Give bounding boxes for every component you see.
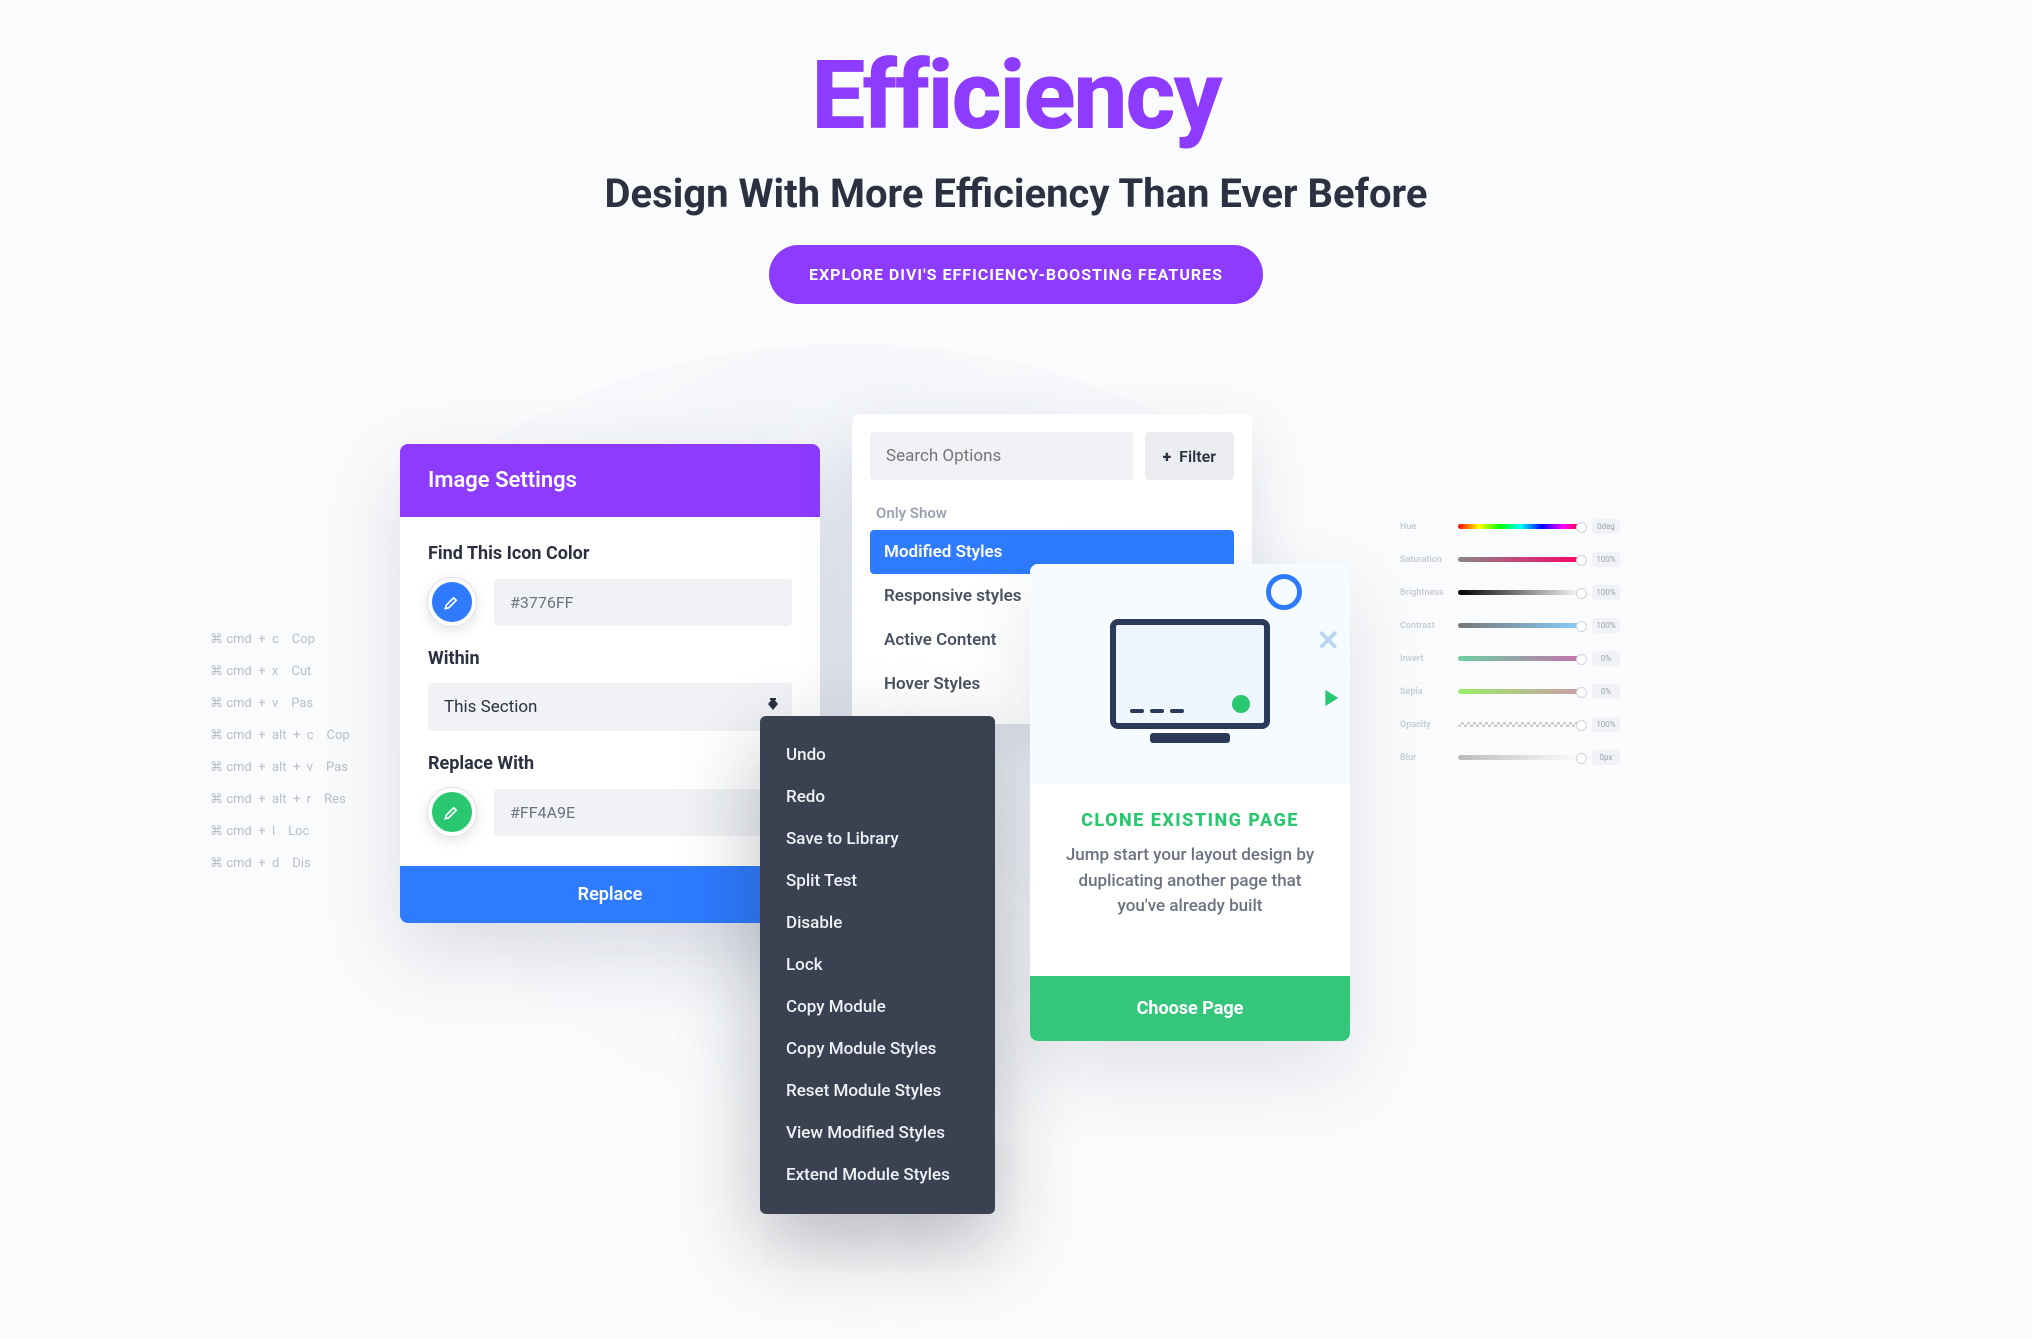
eyedropper-icon[interactable] <box>428 578 476 626</box>
shortcut-row: ⌘ cmd + d Dis <box>210 848 350 880</box>
slider-label: Hue <box>1400 522 1450 532</box>
slider-row: Invert 0% <box>1400 651 1620 666</box>
clone-page-card: ✕ CLONE EXISTING PAGE Jump start your la… <box>1030 564 1350 1041</box>
shortcut-row: ⌘ cmd + alt + r Res <box>210 784 350 816</box>
slider-track[interactable] <box>1458 590 1584 595</box>
slider-value: 0deg <box>1592 519 1620 534</box>
slider-track[interactable] <box>1458 524 1584 529</box>
search-input[interactable] <box>870 432 1133 480</box>
slider-label: Contrast <box>1400 621 1450 631</box>
slider-row: Contrast 100% <box>1400 618 1620 633</box>
clone-illustration: ✕ <box>1030 564 1350 784</box>
filter-button[interactable]: + Filter <box>1145 432 1234 480</box>
play-icon <box>1316 684 1344 716</box>
within-select[interactable]: This Section <box>428 683 792 731</box>
replace-button[interactable]: Replace <box>400 866 820 923</box>
only-show-label: Only Show <box>870 494 1234 530</box>
explore-features-button[interactable]: EXPLORE DIVI'S EFFICIENCY-BOOSTING FEATU… <box>769 245 1263 304</box>
shortcut-row: ⌘ cmd + l Loc <box>210 816 350 848</box>
within-label: Within <box>428 648 792 669</box>
slider-track[interactable] <box>1458 755 1584 760</box>
x-shape-icon: ✕ <box>1317 624 1340 657</box>
hero-title: Efficiency <box>0 40 2032 152</box>
shortcut-row: ⌘ cmd + c Cop <box>210 624 350 656</box>
plus-icon: + <box>1163 447 1172 466</box>
color-adjustment-sliders: Hue0degSaturation100%Brightness100%Contr… <box>1400 519 1620 783</box>
slider-row: Hue 0deg <box>1400 519 1620 534</box>
context-menu-item[interactable]: Disable <box>760 902 995 944</box>
context-menu: UndoRedoSave to LibrarySplit TestDisable… <box>760 716 995 1214</box>
slider-label: Sepia <box>1400 687 1450 697</box>
shortcut-row: ⌘ cmd + alt + v Pas <box>210 752 350 784</box>
slider-label: Invert <box>1400 654 1450 664</box>
hero-subtitle: Design With More Efficiency Than Ever Be… <box>0 170 2032 217</box>
context-menu-item[interactable]: Extend Module Styles <box>760 1154 995 1196</box>
context-menu-item[interactable]: View Modified Styles <box>760 1112 995 1154</box>
clone-title: CLONE EXISTING PAGE <box>1030 784 1350 843</box>
slider-value: 100% <box>1592 618 1620 633</box>
slider-row: Sepia 0% <box>1400 684 1620 699</box>
filter-label: Filter <box>1179 447 1216 466</box>
context-menu-item[interactable]: Redo <box>760 776 995 818</box>
context-menu-item[interactable]: Save to Library <box>760 818 995 860</box>
context-menu-item[interactable]: Copy Module Styles <box>760 1028 995 1070</box>
slider-row: Saturation 100% <box>1400 552 1620 567</box>
slider-label: Blur <box>1400 753 1450 763</box>
slider-value: 100% <box>1592 585 1620 600</box>
slider-track[interactable] <box>1458 722 1584 727</box>
slider-row: Blur 0px <box>1400 750 1620 765</box>
context-menu-item[interactable]: Undo <box>760 734 995 776</box>
clone-description: Jump start your layout design by duplica… <box>1030 843 1350 946</box>
eyedropper-icon[interactable] <box>428 788 476 836</box>
panel-header: Image Settings <box>400 444 820 517</box>
context-menu-item[interactable]: Copy Module <box>760 986 995 1028</box>
slider-value: 0% <box>1592 651 1620 666</box>
shortcut-row: ⌘ cmd + x Cut <box>210 656 350 688</box>
slider-track[interactable] <box>1458 689 1584 694</box>
slider-label: Brightness <box>1400 588 1450 598</box>
find-color-label: Find This Icon Color <box>428 543 792 564</box>
slider-value: 0px <box>1592 750 1620 765</box>
slider-row: Opacity 100% <box>1400 717 1620 732</box>
replace-with-label: Replace With <box>428 753 792 774</box>
slider-value: 100% <box>1592 717 1620 732</box>
keyboard-shortcuts-list: ⌘ cmd + c Cop⌘ cmd + x Cut⌘ cmd + v Pas⌘… <box>210 624 350 880</box>
circle-shape-icon <box>1266 574 1302 610</box>
slider-track[interactable] <box>1458 557 1584 562</box>
slider-row: Brightness 100% <box>1400 585 1620 600</box>
slider-track[interactable] <box>1458 656 1584 661</box>
context-menu-item[interactable]: Lock <box>760 944 995 986</box>
slider-label: Opacity <box>1400 720 1450 730</box>
context-menu-item[interactable]: Split Test <box>760 860 995 902</box>
context-menu-item[interactable]: Reset Module Styles <box>760 1070 995 1112</box>
shortcut-row: ⌘ cmd + alt + c Cop <box>210 720 350 752</box>
slider-track[interactable] <box>1458 623 1584 628</box>
image-settings-panel: Image Settings Find This Icon Color With… <box>400 444 820 923</box>
slider-value: 0% <box>1592 684 1620 699</box>
choose-page-button[interactable]: Choose Page <box>1030 976 1350 1041</box>
slider-value: 100% <box>1592 552 1620 567</box>
find-color-input[interactable] <box>494 579 792 626</box>
slider-label: Saturation <box>1400 555 1450 565</box>
shortcut-row: ⌘ cmd + v Pas <box>210 688 350 720</box>
replace-color-input[interactable] <box>494 789 792 836</box>
monitor-icon <box>1110 619 1270 729</box>
